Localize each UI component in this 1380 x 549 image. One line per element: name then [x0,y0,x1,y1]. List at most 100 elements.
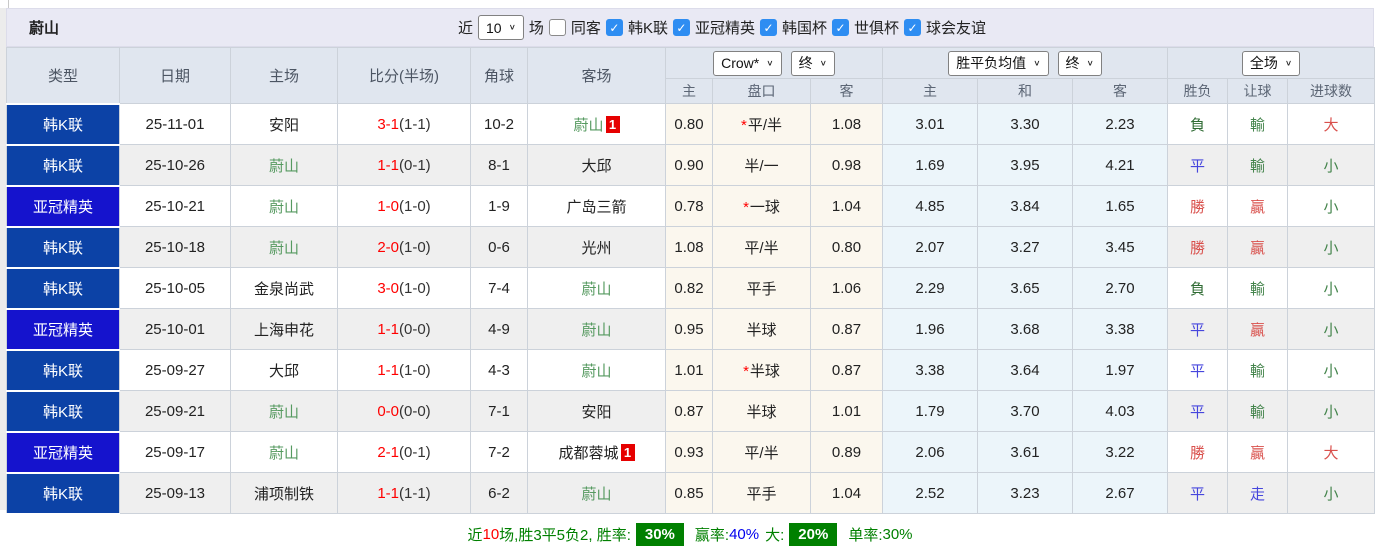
corner-cell: 8-1 [470,144,528,186]
away-team-cell: 广岛三箭 [527,185,666,227]
result-cell: 平 [1167,349,1229,391]
league-label-korea-cup[interactable]: 韩国杯 [782,17,827,38]
league-badge-cell: 韩K联 [6,143,120,187]
date-cell: 25-10-01 [119,308,231,350]
away-team-name: 光州 [581,239,612,257]
odds-away-cell: 1.01 [809,390,884,432]
scope-select[interactable]: 全场 ∨ [1241,50,1301,76]
avg-home-cell: 3.01 [882,103,979,145]
home-team-name: 金泉尚武 [253,280,314,298]
league-badge-cell: 韩K联 [6,225,120,269]
home-team-name: 蔚山 [268,157,299,175]
score-cell: 1-1(0-1) [337,144,471,186]
handicap-result-cell: 贏 [1227,185,1289,227]
league-badge-cell: 韩K联 [6,389,120,433]
league-badge-cell: 亚冠精英 [6,430,120,474]
league-label-kleague[interactable]: 韩K联 [628,17,668,38]
match-row: 亚冠精英 25-10-21 蔚山 1-0(1-0) 1-9 广岛三箭 0.78 … [6,184,1376,228]
chevron-down-icon: ∨ [508,23,516,32]
match-row: 韩K联 25-09-21 蔚山 0-0(0-0) 7-1 安阳 0.87 半球 … [6,389,1376,433]
handicap-line: 平/半 [747,116,782,134]
odds-company-select[interactable]: Crow* ∨ [713,50,782,76]
odds-home-cell: 0.80 [665,103,713,145]
corner-cell: 0-6 [470,226,528,268]
handicap-cell: 平/半 [712,226,811,268]
fulltime-score: 3-0 [377,279,399,297]
avg-draw-cell: 3.30 [977,103,1074,145]
scope-value: 全场 [1249,55,1278,71]
odds-away-cell: 1.04 [809,472,884,514]
away-team-cell: 光州 [527,226,666,268]
fulltime-score: 1-1 [377,484,399,502]
league-checkbox-club-wc[interactable]: ✓ [831,19,849,36]
date-cell: 25-09-13 [119,472,231,514]
date-cell: 25-10-05 [119,267,231,309]
score-cell: 2-0(1-0) [337,226,471,268]
match-history-page: 蔚山 近 10 ∨ 场 ✓ 同客 ✓韩K联 ✓亚冠精英 ✓韩国杯 ✓世俱杯 ✓球… [0,0,1380,549]
away-team-name: 蔚山 [573,116,604,134]
goals-result-cell: 小 [1287,308,1376,350]
date-cell: 25-11-01 [119,103,231,145]
avg-away-cell: 1.65 [1072,185,1169,227]
odds-home-cell: 0.87 [665,390,713,432]
home-team-name: 蔚山 [268,444,299,462]
league-checkbox-friendly[interactable]: ✓ [904,19,921,36]
fulltime-score: 0-0 [377,402,399,420]
recent-label: 近 [457,20,473,37]
avg-draw-cell: 3.64 [977,349,1074,391]
match-row: 韩K联 25-09-13 浦项制铁 1-1(1-1) 6-2 蔚山 0.85 平… [6,471,1376,515]
col-header-home: 主场 [230,47,338,104]
summary-prefix: 近 [467,527,483,544]
odds-away-cell: 1.08 [809,103,884,145]
summary-record: 场,胜3平5负2, 胜率: [499,527,631,544]
sub-header-goals-result: 进球数 [1287,78,1376,104]
avg-away-cell: 1.97 [1072,349,1169,391]
recent-count-select[interactable]: 10 ∨ [478,15,524,40]
league-badge: 亚冠精英 [7,187,119,225]
match-row: 韩K联 25-10-05 金泉尚武 3-0(1-0) 7-4 蔚山 0.82 平… [6,266,1376,310]
odds-time-select[interactable]: 终 ∨ [790,50,835,76]
filter-bar: 近 10 ∨ 场 ✓ 同客 ✓韩K联 ✓亚冠精英 ✓韩国杯 ✓世俱杯 ✓球会友谊 [458,15,986,40]
same-away-checkbox[interactable]: ✓ [548,19,566,36]
fulltime-score: 1-1 [377,156,399,174]
league-badge-cell: 韩K联 [6,348,120,392]
avg-home-cell: 1.79 [882,390,979,432]
result-cell: 勝 [1167,431,1229,473]
corner-cell: 7-4 [470,267,528,309]
sub-header-avg-away: 客 [1072,78,1169,104]
league-checkbox-acl[interactable]: ✓ [672,19,690,36]
avg-away-cell: 3.38 [1072,308,1169,350]
summary-count: 10 [482,526,500,543]
avg-home-cell: 1.69 [882,144,979,186]
sub-header-avg-home: 主 [882,78,979,104]
home-team-name: 蔚山 [268,198,299,216]
col-header-away: 客场 [527,47,666,104]
league-badge: 韩K联 [7,269,119,307]
date-cell: 25-10-26 [119,144,231,186]
league-checkbox-kleague[interactable]: ✓ [605,19,623,36]
league-badge: 韩K联 [7,146,119,184]
halftime-score: (1-0) [399,279,431,297]
league-checkbox-korea-cup[interactable]: ✓ [759,19,777,36]
same-away-label[interactable]: 同客 [571,17,601,38]
avg-odds-select[interactable]: 胜平负均值 ∨ [948,50,1049,76]
odds-company-group: Crow* ∨ 终 ∨ [664,47,884,79]
odds-home-cell: 1.01 [665,349,713,391]
corner-cell: 7-2 [470,431,528,473]
handicap-cell: 半球 [712,390,811,432]
league-label-friendly[interactable]: 球会友谊 [926,17,986,38]
home-team-name: 上海申花 [253,321,314,339]
home-team-cell: 蔚山 [230,185,338,227]
avg-away-cell: 2.70 [1072,267,1169,309]
home-team-name: 浦项制铁 [253,485,314,503]
result-cell: 勝 [1167,185,1229,227]
corner-cell: 6-2 [470,472,528,514]
fulltime-score: 1-1 [377,320,399,338]
avg-time-select[interactable]: 终 ∨ [1057,50,1102,76]
avg-home-cell: 3.38 [882,349,979,391]
corner-cell: 1-9 [470,185,528,227]
top-strip [0,0,1380,8]
league-label-acl[interactable]: 亚冠精英 [695,17,755,38]
avg-draw-cell: 3.27 [977,226,1074,268]
league-label-club-wc[interactable]: 世俱杯 [854,17,899,38]
